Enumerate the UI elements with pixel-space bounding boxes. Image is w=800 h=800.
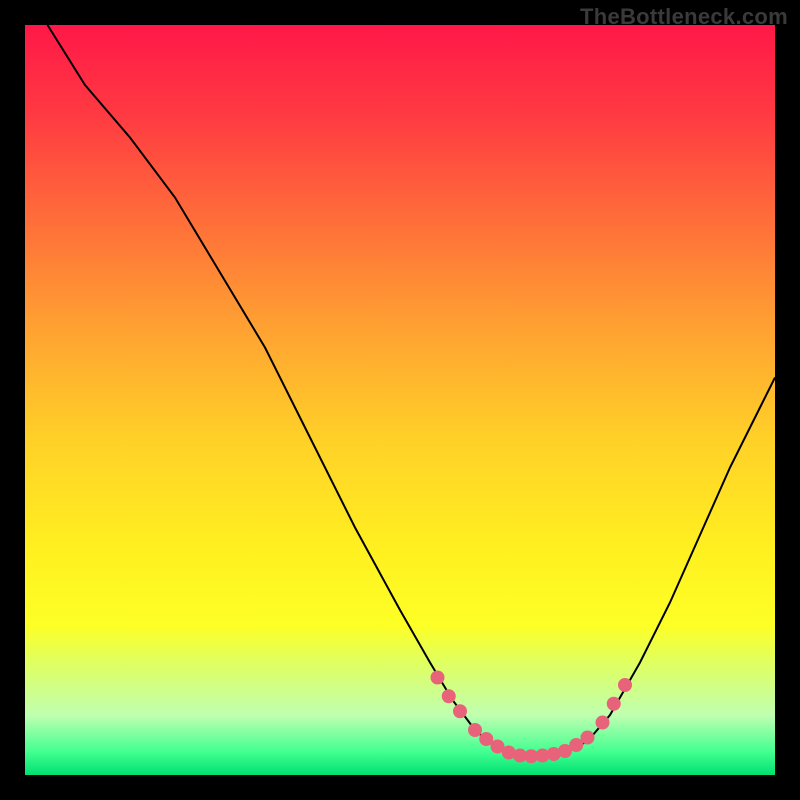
watermark-text: TheBottleneck.com bbox=[580, 4, 788, 30]
data-marker bbox=[618, 678, 632, 692]
data-marker bbox=[431, 671, 445, 685]
plot-area bbox=[25, 25, 775, 775]
data-marker bbox=[596, 716, 610, 730]
data-marker bbox=[607, 697, 621, 711]
chart-svg bbox=[25, 25, 775, 775]
bottleneck-curve bbox=[48, 25, 776, 756]
data-marker bbox=[442, 689, 456, 703]
data-marker bbox=[581, 731, 595, 745]
chart-container: TheBottleneck.com bbox=[0, 0, 800, 800]
data-marker bbox=[468, 723, 482, 737]
data-marker bbox=[453, 704, 467, 718]
